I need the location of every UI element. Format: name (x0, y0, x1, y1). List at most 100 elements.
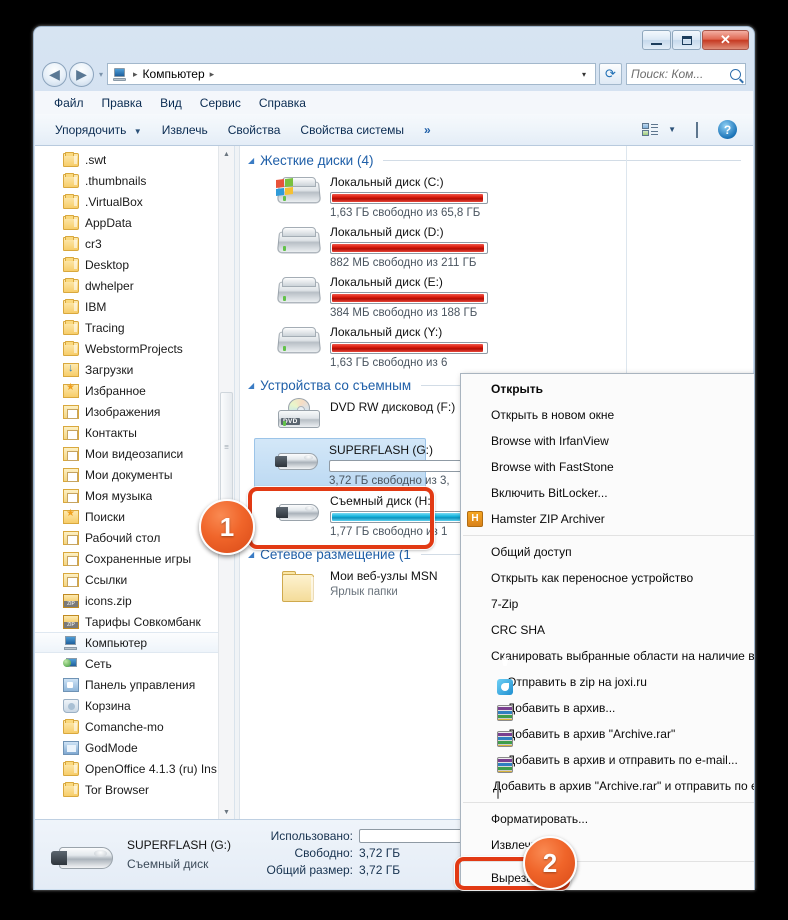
change-view-button[interactable]: ▼ (632, 118, 686, 141)
organize-button[interactable]: Упорядочить ▼ (45, 119, 152, 141)
desktop-folder-icon (63, 530, 79, 545)
nav-pane-scrollbar[interactable]: ▲ ▼ (218, 146, 234, 820)
sidebar-item-label: .swt (85, 152, 107, 167)
group-header-0[interactable]: ◢ Жесткие диски (4) (240, 146, 753, 171)
sidebar-item-29[interactable]: OpenOffice 4.1.3 (ru) Ins (35, 758, 234, 779)
maximize-button[interactable] (672, 30, 701, 50)
context-menu-item[interactable]: H Hamster ZIP Archiver (461, 506, 754, 532)
sidebar-item-20[interactable]: Ссылки (35, 569, 234, 590)
context-menu-item[interactable]: Добавить в архив... (461, 695, 754, 721)
details-free-row: Свободно: 3,72 ГБ (241, 846, 479, 860)
forward-button[interactable]: ▶ (69, 61, 94, 87)
sidebar-item-25[interactable]: Панель управления (35, 674, 234, 695)
collapse-triangle-icon[interactable]: ◢ (248, 156, 254, 165)
context-menu-separator (463, 861, 754, 862)
context-menu-item[interactable]: Добавить в архив "Archive.rar" (461, 721, 754, 747)
context-menu-item-label: Browse with FastStone (491, 460, 614, 474)
sidebar-item-14[interactable]: Мои видеозаписи (35, 443, 234, 464)
sidebar-item-label: Избранное (85, 383, 146, 398)
sidebar-item-3[interactable]: AppData (35, 212, 234, 233)
sidebar-item-label: Панель управления (85, 677, 196, 692)
breadcrumb-separator-2[interactable]: ▸ (210, 69, 215, 80)
history-dropdown-button[interactable]: ▾ (99, 70, 103, 79)
sidebar-item-10[interactable]: Загрузки (35, 359, 234, 380)
context-menu-item-label: Открыть (491, 382, 544, 396)
sidebar-item-6[interactable]: dwhelper (35, 275, 234, 296)
context-menu-item[interactable]: Включить BitLocker... (461, 480, 754, 506)
sidebar-item-28[interactable]: GodMode (35, 737, 234, 758)
menu-item-tools[interactable]: Сервис (191, 94, 250, 112)
details-stats-column: Использовано: Свободно: 3,72 ГБ Общий ра… (241, 829, 480, 880)
scroll-thumb[interactable] (220, 392, 233, 502)
help-button[interactable]: ? (708, 116, 747, 143)
sidebar-item-4[interactable]: cr3 (35, 233, 234, 254)
sidebar-item-1[interactable]: .thumbnails (35, 170, 234, 191)
context-menu-item[interactable]: Извлечь (461, 832, 754, 858)
sidebar-item-12[interactable]: Изображения (35, 401, 234, 422)
sidebar-item-13[interactable]: Контакты (35, 422, 234, 443)
context-menu-item[interactable]: Добавить в архив "Archive.rar" и отправи… (461, 773, 754, 799)
context-menu-item[interactable]: Отправить в zip на joxi.ru (461, 669, 754, 695)
context-menu[interactable]: Открыть Открыть в новом окне Browse with I… (460, 373, 754, 890)
sidebar-item-15[interactable]: Мои документы (35, 464, 234, 485)
refresh-button[interactable]: ⟳ (599, 63, 622, 85)
sidebar-item-30[interactable]: Tor Browser (35, 779, 234, 800)
breadcrumb-item-computer[interactable]: Компьютер (143, 67, 205, 81)
context-menu-item[interactable]: Сканировать выбранные области на наличие… (461, 643, 754, 669)
context-menu-item[interactable]: Открыть как переносное устройство (461, 565, 754, 591)
close-button[interactable]: ✕ (702, 30, 749, 50)
folder-icon (63, 214, 79, 230)
context-menu-item[interactable]: Открыть в новом окне (461, 402, 754, 428)
address-dropdown-icon[interactable]: ▾ (575, 64, 593, 84)
address-bar[interactable]: ▸ Компьютер ▸ ▾ (107, 63, 596, 85)
context-menu-item[interactable]: CRC SHA (461, 617, 754, 643)
sidebar-item-22[interactable]: Тарифы Совкомбанк (35, 611, 234, 632)
collapse-triangle-icon[interactable]: ◢ (248, 381, 254, 390)
menu-item-help[interactable]: Справка (250, 94, 315, 112)
preview-pane-button[interactable] (686, 119, 708, 141)
context-menu-item[interactable]: Открыть (461, 376, 754, 402)
sidebar-item-5[interactable]: Desktop (35, 254, 234, 275)
context-menu-item[interactable]: Форматировать... (461, 806, 754, 832)
sidebar-item-7[interactable]: IBM (35, 296, 234, 317)
sidebar-item-24[interactable]: Сеть (35, 653, 234, 674)
context-menu-item[interactable]: Вырезать (461, 865, 754, 890)
menu-item-file[interactable]: Файл (45, 94, 93, 112)
toolbar-overflow-button[interactable]: » (414, 119, 441, 141)
eject-button[interactable]: Извлечь (152, 119, 218, 141)
context-menu-item[interactable]: Browse with IrfanView (461, 428, 754, 454)
drive-item[interactable]: Локальный диск (E:) 384 МБ свободно из 18… (240, 271, 753, 321)
context-menu-item[interactable]: 7-Zip (461, 591, 754, 617)
drive-item[interactable]: Локальный диск (C:) 1,63 ГБ свободно из 6… (240, 171, 753, 221)
breadcrumb-separator: ▸ (133, 68, 138, 79)
sidebar-item-11[interactable]: Избранное (35, 380, 234, 401)
search-input[interactable]: Поиск: Ком... (626, 63, 746, 85)
drive-item[interactable]: Локальный диск (D:) 882 МБ свободно из 21… (240, 221, 753, 271)
context-menu-item[interactable]: Browse with FastStone (461, 454, 754, 480)
scroll-down-icon[interactable]: ▼ (219, 804, 234, 820)
properties-button[interactable]: Свойства (218, 119, 291, 141)
superflash-drive-item[interactable]: SUPERFLASH (G:) 3,72 ГБ свободно из 3, (254, 438, 487, 490)
menu-item-view[interactable]: Вид (151, 94, 191, 112)
back-button[interactable]: ◀ (42, 61, 67, 87)
sidebar-item-23[interactable]: Компьютер (35, 632, 234, 653)
drive-name: Локальный диск (C:) (330, 175, 444, 189)
sidebar-item-8[interactable]: Tracing (35, 317, 234, 338)
sidebar-item-9[interactable]: WebstormProjects (35, 338, 234, 359)
scroll-up-icon[interactable]: ▲ (219, 146, 234, 162)
system-properties-button[interactable]: Свойства системы (290, 119, 414, 141)
sidebar-item-0[interactable]: .swt (35, 149, 234, 170)
collapse-triangle-icon[interactable]: ◢ (248, 550, 254, 559)
sidebar-item-19[interactable]: Сохраненные игры (35, 548, 234, 569)
sidebar-item-16[interactable]: Моя музыка (35, 485, 234, 506)
sidebar-item-27[interactable]: Comanche-mo (35, 716, 234, 737)
sidebar-item-21[interactable]: icons.zip (35, 590, 234, 611)
minimize-button[interactable] (642, 30, 671, 50)
context-menu-item[interactable]: Общий доступ (461, 539, 754, 565)
sidebar-item-2[interactable]: .VirtualBox (35, 191, 234, 212)
menu-item-edit[interactable]: Правка (93, 94, 152, 112)
sidebar-item-26[interactable]: Корзина (35, 695, 234, 716)
maximize-icon (681, 35, 692, 45)
drive-item[interactable]: Локальный диск (Y:) 1,63 ГБ свободно из 6 (240, 321, 753, 371)
context-menu-item[interactable]: Добавить в архив и отправить по e-mail..… (461, 747, 754, 773)
